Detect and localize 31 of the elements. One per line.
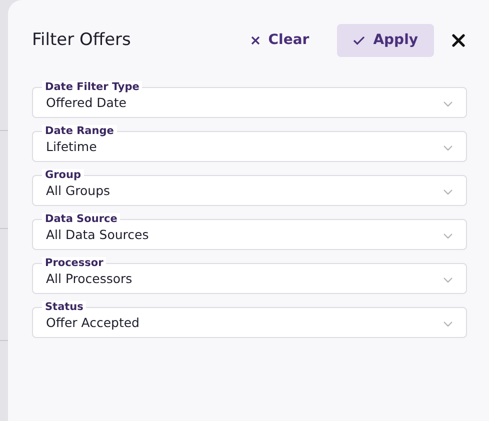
field-value: Offered Date xyxy=(46,94,128,112)
field-label: Processor xyxy=(42,257,106,269)
clear-button[interactable]: Clear xyxy=(243,24,318,56)
field-value: All Groups xyxy=(46,182,112,200)
select-field[interactable]: Data Source All Data Sources xyxy=(32,212,467,250)
select-field[interactable]: Date Range Lifetime xyxy=(32,124,467,162)
close-button[interactable] xyxy=(450,32,467,48)
field-value: Offer Accepted xyxy=(46,314,140,332)
chevron-down-icon xyxy=(443,144,453,150)
chevron-down-icon xyxy=(443,320,453,326)
chevron-down-icon xyxy=(443,232,453,238)
close-icon xyxy=(251,36,260,44)
apply-button[interactable]: Apply xyxy=(337,24,434,56)
field-value: Lifetime xyxy=(46,138,98,156)
field-value: All Processors xyxy=(46,270,134,288)
select-field[interactable]: Group All Groups xyxy=(32,168,467,206)
field-label: Date Range xyxy=(42,125,117,137)
chevron-down-icon xyxy=(443,100,453,106)
field-label: Date Filter Type xyxy=(42,81,142,93)
field-label: Data Source xyxy=(42,213,120,225)
select-field[interactable]: Date Filter Type Offered Date xyxy=(32,80,467,118)
select-field[interactable]: Processor All Processors xyxy=(32,256,467,294)
close-icon xyxy=(452,34,465,46)
select-field[interactable]: Status Offer Accepted xyxy=(32,300,467,338)
field-label: Status xyxy=(42,301,86,313)
check-icon xyxy=(353,36,366,44)
panel-title: Filter Offers xyxy=(32,30,132,50)
chevron-down-icon xyxy=(443,188,453,194)
field-label: Group xyxy=(42,169,84,181)
chevron-down-icon xyxy=(443,276,453,282)
field-value: All Data Sources xyxy=(46,226,150,244)
